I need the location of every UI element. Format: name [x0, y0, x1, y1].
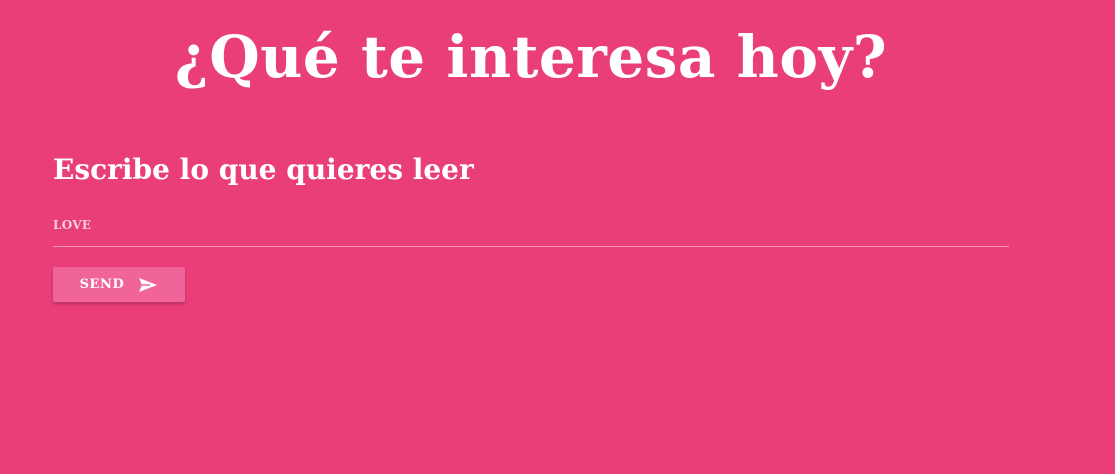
send-button-label: SEND [79, 277, 125, 292]
page-title: ¿Qué te interesa hoy? [174, 23, 888, 91]
send-button[interactable]: SEND [53, 267, 185, 302]
search-prompt-heading: Escribe lo que quieres leer [53, 153, 474, 186]
send-icon [138, 277, 158, 293]
search-field [53, 210, 1009, 247]
search-input[interactable] [53, 210, 1009, 240]
